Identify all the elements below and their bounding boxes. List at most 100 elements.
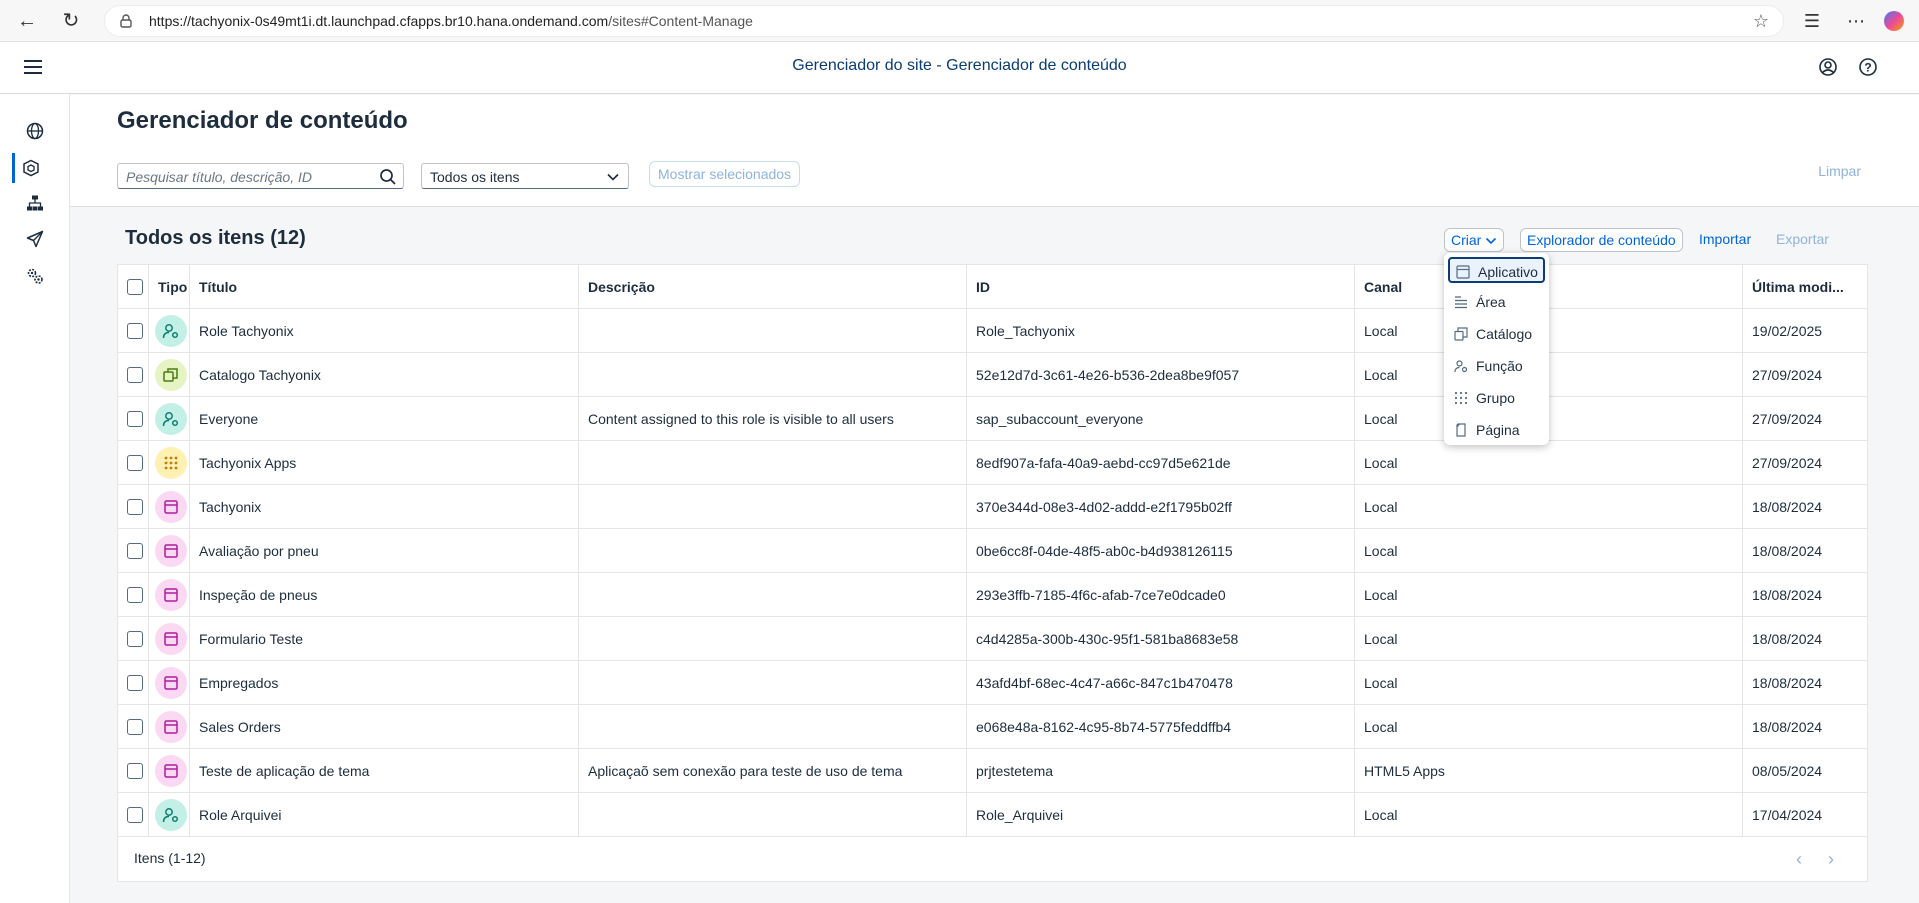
chevron-down-icon <box>1486 237 1497 245</box>
back-icon[interactable]: ← <box>14 8 40 34</box>
row-checkbox[interactable] <box>127 807 143 823</box>
favorites-list-icon[interactable]: ☰ <box>1800 9 1824 33</box>
application-icon <box>155 579 187 611</box>
row-channel: Local <box>1355 661 1743 705</box>
row-id: e068e48a-8162-4c95-8b74-5775feddffb4 <box>967 705 1355 749</box>
row-channel: Local <box>1355 309 1743 353</box>
more-options-icon[interactable]: ⋯ <box>1844 9 1868 33</box>
table-row[interactable]: Sales Orders e068e48a-8162-4c95-8b74-5775… <box>118 705 1867 749</box>
table-row[interactable]: Role Arquivei Role_Arquivei Local 17/04/202… <box>118 793 1867 837</box>
table-row[interactable]: Tachyonix Apps 8edf907a-fafa-40a9-aebd-cc… <box>118 441 1867 485</box>
row-channel: Local <box>1355 793 1743 837</box>
select-all-checkbox[interactable] <box>127 279 143 295</box>
row-last-modified: 27/09/2024 <box>1752 455 1823 471</box>
nav-item-transport[interactable] <box>18 224 52 254</box>
column-header-id[interactable]: ID <box>967 265 1355 309</box>
table-row[interactable]: Formulario Teste c4d4285a-300b-430c-95f1-… <box>118 617 1867 661</box>
next-page-icon[interactable]: › <box>1828 849 1834 870</box>
show-selected-button[interactable]: Mostrar selecionados <box>649 161 801 187</box>
import-button[interactable]: Importar <box>1699 228 1751 252</box>
search-icon[interactable] <box>379 168 397 186</box>
reload-icon[interactable]: ↻ <box>58 8 84 34</box>
role-icon <box>155 799 187 831</box>
row-id: Role_Tachyonix <box>967 309 1355 353</box>
row-checkbox[interactable] <box>127 763 143 779</box>
row-checkbox[interactable] <box>127 675 143 691</box>
row-checkbox[interactable] <box>127 543 143 559</box>
menu-item-application[interactable]: Aplicativo <box>1448 257 1545 283</box>
table-row[interactable]: Avaliação por pneu 0be6cc8f-04de-48f5-ab0… <box>118 529 1867 573</box>
copilot-icon[interactable] <box>1884 11 1904 31</box>
table-row[interactable]: Teste de aplicação de tema Aplicaçaõ sem … <box>118 749 1867 793</box>
menu-item-label: Função <box>1476 358 1523 374</box>
clear-button[interactable]: Limpar <box>1818 163 1861 179</box>
menu-item-role[interactable]: Função <box>1448 353 1545 379</box>
nav-item-site-directory[interactable] <box>18 116 52 146</box>
table-row[interactable]: Role Tachyonix Role_Tachyonix Local 19/02/2… <box>118 309 1867 353</box>
row-channel: Local <box>1355 617 1743 661</box>
row-description <box>579 705 967 749</box>
menu-item-group[interactable]: Grupo <box>1448 385 1545 411</box>
content-table: Tipo Título Descrição ID Canal Última mo… <box>117 264 1868 882</box>
previous-page-icon[interactable]: ‹ <box>1796 849 1802 870</box>
item-filter-select[interactable]: Todos os itens <box>421 163 629 189</box>
column-header-last-modified[interactable]: Última modi... <box>1743 265 1867 309</box>
row-checkbox[interactable] <box>127 367 143 383</box>
menu-item-page[interactable]: Página <box>1448 417 1545 443</box>
create-button[interactable]: Criar <box>1444 228 1505 252</box>
menu-item-area[interactable]: Área <box>1448 289 1545 315</box>
row-last-modified: 18/08/2024 <box>1752 719 1823 735</box>
table-row[interactable]: Catalogo Tachyonix 52e12d7d-3c61-4e26-b53… <box>118 353 1867 397</box>
address-bar[interactable]: https://tachyonix-0s49mt1i.dt.launchpad.… <box>104 5 1784 37</box>
column-header-title[interactable]: Título <box>190 265 579 309</box>
table-title: Todos os itens (12) <box>125 227 306 249</box>
row-checkbox[interactable] <box>127 455 143 471</box>
column-header-type[interactable]: Tipo <box>149 265 190 309</box>
page-header: Gerenciador de conteúdo Pesquisar título… <box>70 95 1919 207</box>
gears-icon <box>27 268 43 284</box>
row-checkbox[interactable] <box>127 411 143 427</box>
row-title: Teste de aplicação de tema <box>190 749 579 793</box>
catalog-icon <box>155 359 187 391</box>
table-row[interactable]: Empregados 43afd4bf-68ec-4c47-a66c-847c1b… <box>118 661 1867 705</box>
user-profile-icon[interactable] <box>1818 57 1838 77</box>
row-id: 0be6cc8f-04de-48f5-ab0c-b4d938126115 <box>967 529 1355 573</box>
table-row[interactable]: Everyone Content assigned to this role is… <box>118 397 1867 441</box>
row-title: Empregados <box>190 661 579 705</box>
row-checkbox[interactable] <box>127 323 143 339</box>
table-row[interactable]: Tachyonix 370e344d-08e3-4d02-addd-e2f1795… <box>118 485 1867 529</box>
export-button[interactable]: Exportar <box>1776 228 1829 252</box>
role-icon <box>1454 360 1468 373</box>
row-id: prjtestetema <box>967 749 1355 793</box>
site-info-icon[interactable] <box>119 14 133 28</box>
row-checkbox[interactable] <box>127 587 143 603</box>
row-title: Avaliação por pneu <box>190 529 579 573</box>
item-filter-value: Todos os itens <box>430 169 520 185</box>
table-footer: Itens (1-12) ‹ › <box>118 837 1867 881</box>
nav-item-channel-manager[interactable] <box>18 188 52 218</box>
table-row[interactable]: Inspeção de pneus 293e3ffb-7185-4f6c-afab… <box>118 573 1867 617</box>
row-channel: Local <box>1355 397 1743 441</box>
create-menu: Aplicativo Área Catálogo Função Grupo Página <box>1444 253 1549 445</box>
favorite-star-icon[interactable]: ☆ <box>1753 11 1769 32</box>
row-id: 8edf907a-fafa-40a9-aebd-cc97d5e621de <box>967 441 1355 485</box>
nav-item-content-manager[interactable] <box>12 153 46 183</box>
nav-item-settings[interactable] <box>18 261 52 291</box>
menu-item-catalog[interactable]: Catálogo <box>1448 321 1545 347</box>
column-header-description[interactable]: Descrição <box>579 265 967 309</box>
column-header-channel[interactable]: Canal <box>1355 265 1743 309</box>
row-title: Catalogo Tachyonix <box>190 353 579 397</box>
row-checkbox[interactable] <box>127 631 143 647</box>
search-input[interactable]: Pesquisar título, descrição, ID <box>117 163 404 189</box>
row-channel: Local <box>1355 485 1743 529</box>
row-checkbox[interactable] <box>127 719 143 735</box>
help-icon[interactable]: ? <box>1858 57 1878 77</box>
row-channel: Local <box>1355 353 1743 397</box>
page-title: Gerenciador de conteúdo <box>117 107 408 134</box>
content-explorer-button[interactable]: Explorador de conteúdo <box>1520 228 1683 252</box>
role-icon <box>155 315 187 347</box>
menu-item-label: Grupo <box>1476 390 1515 406</box>
row-checkbox[interactable] <box>127 499 143 515</box>
shell-title: Gerenciador do site - Gerenciador de con… <box>792 57 1127 74</box>
row-channel: HTML5 Apps <box>1355 749 1743 793</box>
